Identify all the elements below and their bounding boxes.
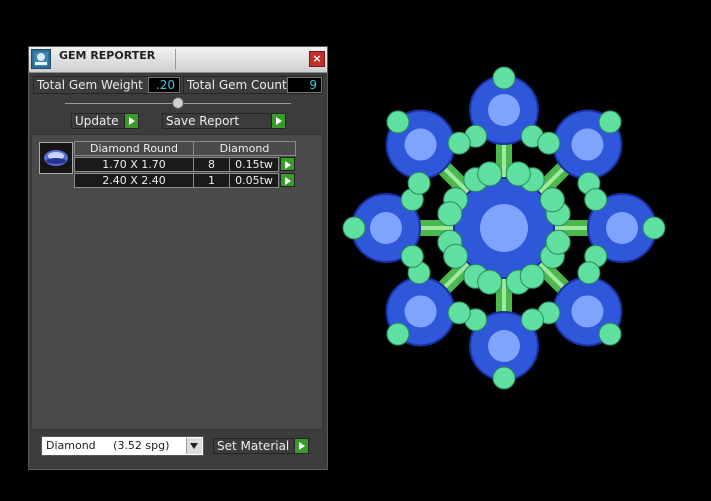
center-gem-facet: [480, 204, 528, 252]
gem-table-facet: [370, 212, 402, 244]
material-dropdown[interactable]: Diamond (3.52 spg): [41, 436, 204, 456]
total-weight-label: Total Gem Weight: [37, 78, 143, 92]
slider-handle[interactable]: [172, 97, 184, 109]
table-row-size: 2.40 X 2.40: [74, 173, 194, 188]
prong: [386, 110, 410, 134]
total-weight-field: Total Gem Weight .20: [33, 76, 181, 94]
gem-table-facet: [404, 128, 437, 161]
total-count-field: Total Gem Count 9: [183, 76, 323, 94]
prong: [492, 66, 516, 90]
prong: [519, 263, 545, 289]
gem-table-facet: [571, 295, 604, 328]
set-material-button[interactable]: Set Material: [213, 438, 309, 454]
total-count-label: Total Gem Count: [187, 78, 287, 92]
save-report-button-label: Save Report: [166, 114, 240, 128]
gem-thumbnail-icon: [39, 142, 73, 174]
prong: [447, 131, 471, 155]
row-select-button[interactable]: [280, 173, 295, 187]
prong: [477, 269, 503, 295]
total-weight-value: .20: [148, 77, 180, 93]
prong: [447, 301, 471, 325]
play-arrow-icon: [124, 114, 138, 128]
prong: [537, 131, 561, 155]
total-count-value: 9: [287, 77, 322, 93]
chevron-down-icon[interactable]: [186, 438, 202, 454]
play-arrow-icon: [271, 114, 285, 128]
title-divider: [175, 49, 176, 70]
table-row-count: 1: [193, 173, 230, 188]
table-row-size: 1.70 X 1.70: [74, 157, 194, 172]
table-header-material: Diamond: [193, 141, 296, 156]
prong: [598, 110, 622, 134]
material-dropdown-value: Diamond (3.52 spg): [46, 439, 170, 452]
play-arrow-icon: [294, 439, 308, 453]
gem-table-facet: [488, 94, 520, 126]
prong: [400, 244, 424, 268]
prong: [342, 216, 366, 240]
update-button-label: Update: [75, 114, 119, 128]
prong: [642, 216, 666, 240]
prong: [539, 187, 565, 213]
gem-list: Diamond Round Diamond 1.70 X 1.70 8 0.15…: [31, 134, 323, 430]
window-title: GEM REPORTER: [59, 49, 156, 62]
table-row-count: 8: [193, 157, 230, 172]
table-header-shape: Diamond Round: [74, 141, 194, 156]
prong: [505, 161, 531, 187]
gem-table-facet: [571, 128, 604, 161]
prong: [492, 366, 516, 390]
gem-table-facet: [606, 212, 638, 244]
set-material-button-label: Set Material: [217, 439, 290, 453]
prong: [598, 322, 622, 346]
prong: [477, 161, 503, 187]
prong: [584, 188, 608, 212]
gem-table-facet: [488, 330, 520, 362]
gem-reporter-panel: GEM REPORTER × Total Gem Weight .20 Tota…: [28, 46, 328, 470]
prong: [520, 308, 544, 332]
title-bar[interactable]: GEM REPORTER ×: [29, 47, 327, 73]
prong: [386, 322, 410, 346]
3d-viewport[interactable]: [330, 0, 711, 497]
prong: [437, 201, 463, 227]
prong: [545, 229, 571, 255]
gem-reporter-app-icon: [31, 49, 51, 69]
prong: [407, 171, 431, 195]
update-button[interactable]: Update: [71, 113, 139, 129]
jewelry-model: [342, 66, 666, 390]
gem-table-facet: [404, 295, 437, 328]
close-button[interactable]: ×: [309, 51, 325, 67]
prong: [443, 243, 469, 269]
prong: [577, 261, 601, 285]
table-row-weight: 0.15tw: [229, 157, 279, 172]
row-select-button[interactable]: [280, 157, 295, 171]
save-report-button[interactable]: Save Report: [162, 113, 286, 129]
table-row-weight: 0.05tw: [229, 173, 279, 188]
